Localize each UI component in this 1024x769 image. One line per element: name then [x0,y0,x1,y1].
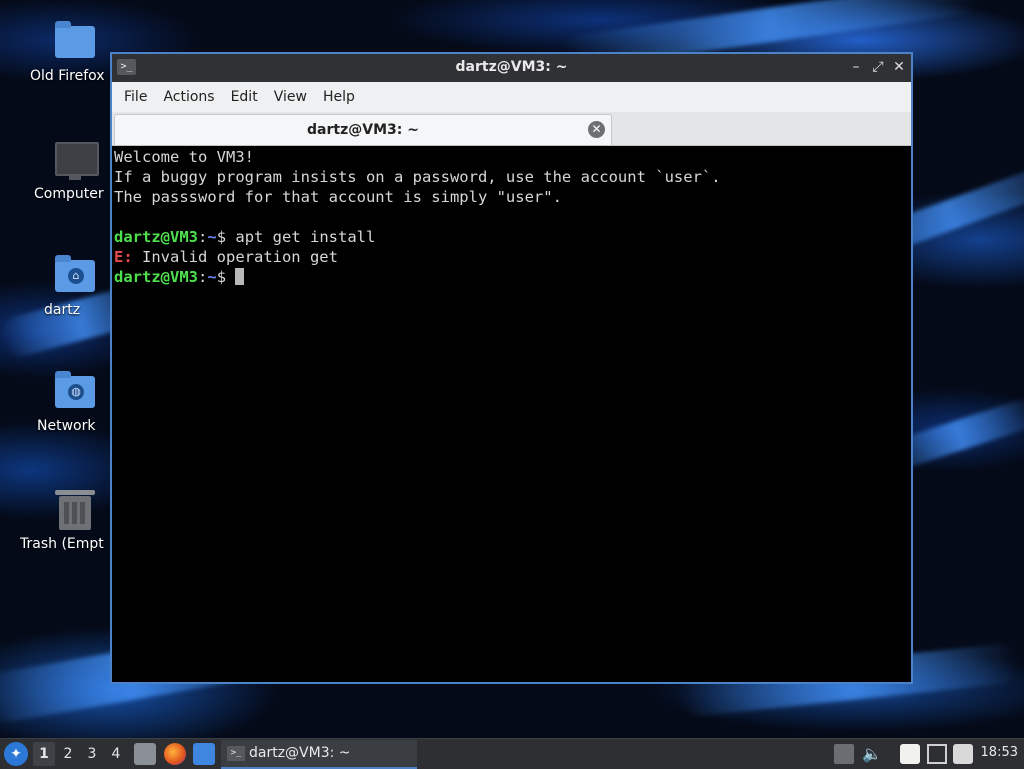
window-titlebar[interactable]: >_ dartz@VM3: ~ – ⤢ ✕ [112,54,911,82]
volume-icon[interactable]: 🔈 [862,744,882,764]
text-cursor [235,268,245,285]
terminal-command-line: dartz@VM3:~$ apt get install [114,227,911,247]
terminal-line: The passsword for that account is simply… [114,188,562,206]
terminal-window[interactable]: >_ dartz@VM3: ~ – ⤢ ✕ File Actions Edit … [110,52,913,684]
terminal-line: Welcome to VM3! [114,148,254,166]
tab-terminal[interactable]: dartz@VM3: ~ ✕ [114,114,612,145]
maximize-button[interactable]: ⤢ [869,58,887,76]
prompt-user: dartz@VM3 [114,268,198,286]
task-label: dartz@VM3: ~ [249,745,351,761]
prompt-path: ~ [207,268,217,286]
terminal-prompt-line: dartz@VM3:~$ [114,267,911,287]
firefox-icon[interactable] [164,743,186,765]
menu-file[interactable]: File [116,89,155,105]
file-manager-icon[interactable] [134,743,156,765]
prompt-symbol: $ [216,228,236,246]
menu-actions[interactable]: Actions [155,89,222,105]
terminal-line: If a buggy program insists on a password… [114,168,721,186]
clock[interactable]: 18:53 [981,745,1018,760]
error-message: Invalid operation get [132,248,338,266]
show-desktop-icon[interactable] [193,743,215,765]
workspace-3[interactable]: 3 [81,742,103,766]
tab-close-icon[interactable]: ✕ [588,121,605,138]
update-notifier-icon[interactable] [953,744,973,764]
trash-icon [53,490,97,530]
menu-bar: File Actions Edit View Help [112,82,911,112]
start-menu-icon[interactable]: ✦ [4,742,28,766]
taskbar-task-terminal[interactable]: >_ dartz@VM3: ~ [221,740,417,769]
workspace-2[interactable]: 2 [57,742,79,766]
prompt-symbol: $ [216,268,236,286]
terminal-error-line: E: Invalid operation get [114,247,911,267]
prompt-separator: : [198,268,208,286]
tray-arrow-icon[interactable] [834,744,854,764]
clipboard-icon[interactable] [900,744,920,764]
prompt-user: dartz@VM3 [114,228,198,246]
window-title: dartz@VM3: ~ [455,59,568,75]
computer-icon [53,140,99,180]
home-folder-icon: ⌂ [53,255,97,296]
tab-bar: dartz@VM3: ~ ✕ [112,112,911,146]
prompt-separator: : [198,228,208,246]
menu-view[interactable]: View [266,89,315,105]
close-button[interactable]: ✕ [890,58,908,76]
terminal-app-icon: >_ [227,746,245,761]
network-folder-icon: ◍ [53,371,97,412]
menu-edit[interactable]: Edit [223,89,266,105]
workspace-1[interactable]: 1 [33,742,55,766]
prompt-path: ~ [207,228,217,246]
menu-help[interactable]: Help [315,89,363,105]
terminal-output[interactable]: Welcome to VM3! If a buggy program insis… [114,147,911,682]
folder-icon [53,21,97,62]
error-tag: E: [114,248,133,266]
desktop: Old Firefox D Computer ⌂ dartz ◍ Network… [0,0,1024,738]
workspace-4[interactable]: 4 [105,742,127,766]
command-text: apt get install [235,228,376,246]
network-status-icon[interactable] [927,744,947,764]
taskbar: ✦ 1 2 3 4 >_ dartz@VM3: ~ 🔈 18:53 [0,738,1024,769]
tab-label: dartz@VM3: ~ [307,122,419,138]
minimize-button[interactable]: – [847,58,865,76]
